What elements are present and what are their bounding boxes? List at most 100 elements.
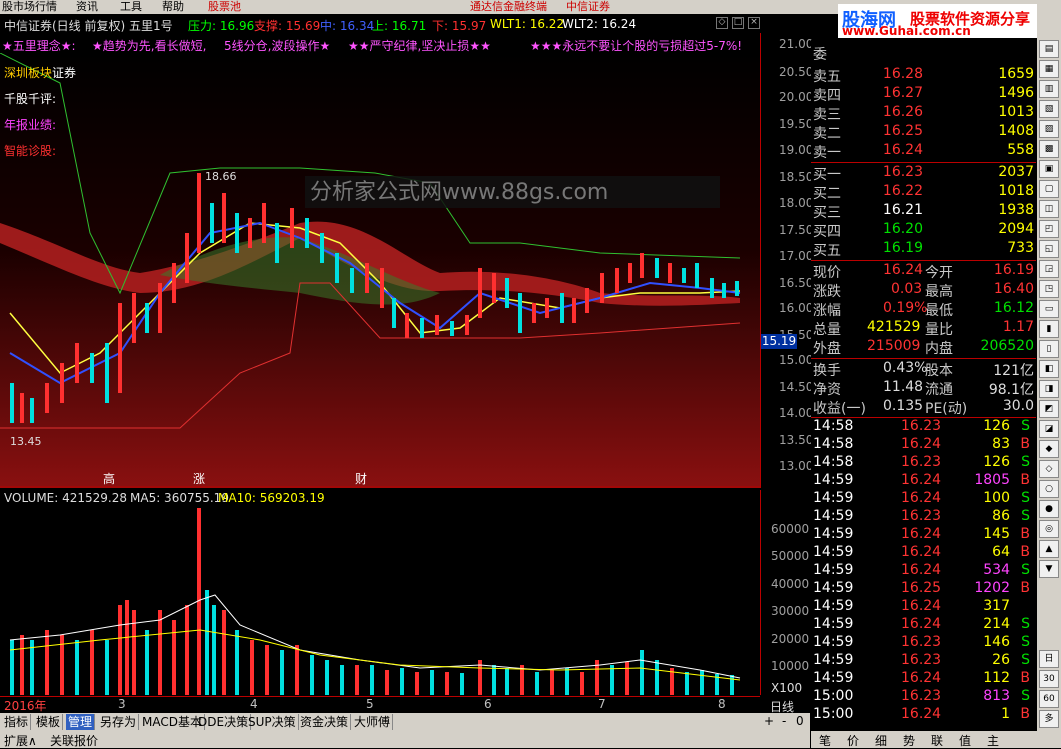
bid-row-3[interactable]: 买三 16.21 1938 <box>811 202 1036 221</box>
toolbar-icon[interactable]: ◲ <box>1039 260 1059 278</box>
event-marker-high[interactable]: 高 <box>103 471 115 486</box>
trade-row: 14:59 16.23 26 S <box>813 652 1030 668</box>
period-60-button[interactable]: 60 <box>1039 690 1059 708</box>
stat-row: 涨幅 0.19% 最低 16.12 <box>813 300 1034 319</box>
mid-value: 中: 16.34 <box>320 19 375 33</box>
tab-manage[interactable]: 管理 <box>66 714 96 730</box>
tab-detail[interactable]: 细 <box>875 732 887 749</box>
maximize-icon[interactable]: □ <box>732 17 744 29</box>
zoom-in-button[interactable]: + <box>764 714 774 728</box>
toolbar-icon[interactable]: ▦ <box>1039 60 1059 78</box>
toolbar-icon[interactable]: ▭ <box>1039 300 1059 318</box>
bid-row-5[interactable]: 买五 16.19 733 <box>811 240 1036 259</box>
toolbar-icon[interactable]: ◎ <box>1039 520 1059 538</box>
event-marker-rise[interactable]: 涨 <box>193 471 205 486</box>
ask-row-2[interactable]: 卖二 16.25 1408 <box>811 123 1036 142</box>
linked-quotes-button[interactable]: 关联报价 <box>50 732 98 749</box>
collapse-icon[interactable]: ◇ <box>716 17 728 29</box>
tab-ticks[interactable]: 笔 <box>819 732 831 749</box>
event-marker-finance[interactable]: 财 <box>355 472 367 486</box>
toolbar-icon[interactable]: ◆ <box>1039 440 1059 458</box>
candlestick-chart[interactable]: 分析家公式网www.88gs.com 18.66 13.45 高 涨 财 <box>0 53 760 488</box>
bid-row-1[interactable]: 买一 16.23 2037 <box>811 164 1036 183</box>
toolbar-icon[interactable]: ● <box>1039 500 1059 518</box>
tab-indicators[interactable]: 指标 <box>2 714 32 730</box>
menu-item-help[interactable]: 帮助 <box>162 0 184 13</box>
toolbar-icon[interactable]: ◳ <box>1039 280 1059 298</box>
toolbar-icon[interactable]: ▩ <box>1039 140 1059 158</box>
toolbar-icon[interactable]: ▤ <box>1039 40 1059 58</box>
reset-zoom-button[interactable]: 0 <box>796 714 804 728</box>
tab-price[interactable]: 价 <box>847 732 859 749</box>
broker-name: 中信证券 <box>566 0 610 13</box>
price-axis: 21.00 20.50 20.00 19.50 19.00 18.50 18.0… <box>760 33 813 488</box>
indicator-info-bar: 中信证券(日线 前复权) 五里1号 压力: 16.96 支撑: 15.69 中:… <box>0 15 760 33</box>
trade-row: 14:59 16.24 1805 B <box>813 472 1030 488</box>
trade-row: 14:59 16.24 112 B <box>813 670 1030 686</box>
tab-sup[interactable]: SUP决策 <box>246 714 299 730</box>
tab-dde[interactable]: DDE决策 <box>196 714 252 730</box>
order-book-title: 委 <box>813 47 827 63</box>
toolbar-icon[interactable]: ◇ <box>1039 460 1059 478</box>
toolbar-icon[interactable]: ◪ <box>1039 420 1059 438</box>
tab-linked[interactable]: 联 <box>931 732 943 749</box>
tab-main[interactable]: 主 <box>987 732 999 749</box>
period-30-button[interactable]: 30 <box>1039 670 1059 688</box>
trade-row: 14:58 16.23 126 S <box>813 454 1030 470</box>
toolbar-icon[interactable]: ▲ <box>1039 540 1059 558</box>
low-price-annotation: 13.45 <box>10 435 42 448</box>
tab-capital[interactable]: 资金决策 <box>298 714 352 730</box>
diagnose-label: 智能诊股: <box>4 144 57 158</box>
trade-row: 14:59 16.24 100 S <box>813 490 1030 506</box>
toolbar-icon[interactable]: ▥ <box>1039 80 1059 98</box>
toolbar-icon[interactable]: ▮ <box>1039 320 1059 338</box>
tab-master[interactable]: 大师傅 <box>352 714 394 730</box>
trade-row: 14:59 16.24 64 B <box>813 544 1030 560</box>
bid-row-4[interactable]: 买四 16.20 2094 <box>811 221 1036 240</box>
toolbar-icon[interactable]: ○ <box>1039 480 1059 498</box>
close-icon[interactable]: × <box>748 17 760 29</box>
ask-row-5[interactable]: 卖五 16.28 1659 <box>811 66 1036 85</box>
menu-item-news[interactable]: 资讯 <box>76 0 98 13</box>
period-label[interactable]: 日线 <box>770 698 794 715</box>
toolbar-icon[interactable]: ◰ <box>1039 220 1059 238</box>
trade-row: 14:58 16.24 83 B <box>813 436 1030 452</box>
period-multi-button[interactable]: 多 <box>1039 710 1059 728</box>
volume-unit: X100 <box>771 681 803 695</box>
bid-row-2[interactable]: 买二 16.22 1018 <box>811 183 1036 202</box>
expand-button[interactable]: 扩展∧ <box>4 732 37 749</box>
ask-row-3[interactable]: 卖三 16.26 1013 <box>811 104 1036 123</box>
toolbar-icon[interactable]: ◩ <box>1039 400 1059 418</box>
menu-item-tools[interactable]: 工具 <box>120 0 142 13</box>
toolbar-icon[interactable]: ▢ <box>1039 180 1059 198</box>
menu-item-stock-pool[interactable]: 股票池 <box>208 0 241 13</box>
toolbar-icon[interactable]: ▯ <box>1039 340 1059 358</box>
ticker-item-3: 5线分仓,波段操作★ <box>224 39 331 53</box>
toolbar-icon[interactable]: ▣ <box>1039 160 1059 178</box>
trade-row: 14:59 16.24 214 S <box>813 616 1030 632</box>
tab-value[interactable]: 值 <box>959 732 971 749</box>
toolbar-icon[interactable]: ▧ <box>1039 100 1059 118</box>
stat-row: 外盘 215009 内盘 206520 <box>813 338 1034 357</box>
toolbar-icon[interactable]: ◧ <box>1039 360 1059 378</box>
volume-chart[interactable]: VOLUME: 421529.28 MA5: 360755.19 MA10: 5… <box>0 490 760 695</box>
date-axis: 2016年 3 4 5 6 7 8 <box>0 696 760 713</box>
toolbar-icon[interactable]: ◨ <box>1039 380 1059 398</box>
ask-row-4[interactable]: 卖四 16.27 1496 <box>811 85 1036 104</box>
toolbar-icon[interactable]: ▨ <box>1039 120 1059 138</box>
toolbar-icon[interactable]: ◱ <box>1039 240 1059 258</box>
toolbar-icon[interactable]: ◫ <box>1039 200 1059 218</box>
volume-value: VOLUME: 421529.28 <box>4 491 127 505</box>
tab-template[interactable]: 模板 <box>34 714 64 730</box>
menu-item-market[interactable]: 股市场行情 <box>2 0 57 13</box>
tab-save-as[interactable]: 另存为 <box>98 714 140 730</box>
ask-row-1[interactable]: 卖一 16.24 558 <box>811 142 1036 161</box>
tab-trend[interactable]: 势 <box>903 732 915 749</box>
period-day-button[interactable]: 日 <box>1039 650 1059 668</box>
wlt2-value: WLT2: 16.24 <box>562 17 637 31</box>
zoom-out-button[interactable]: - <box>782 714 786 728</box>
status-row: 扩展∧ 关联报价 <box>0 731 810 748</box>
toolbar-icon[interactable]: ▼ <box>1039 560 1059 578</box>
stat-row: 净资 11.48 流通 98.1亿 <box>813 379 1034 398</box>
ticker-item-2: ★趋势为先,看长做短, <box>92 39 207 53</box>
